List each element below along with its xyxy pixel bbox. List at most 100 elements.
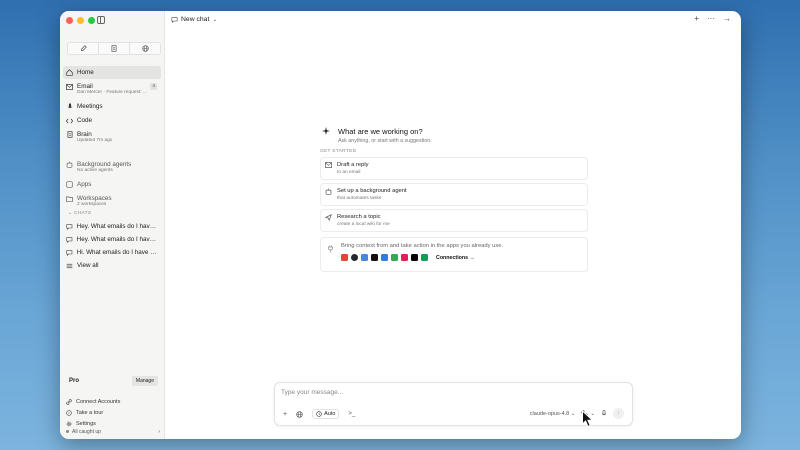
connect-accounts-button[interactable]: Connect Accounts (63, 396, 161, 407)
manage-button[interactable]: Manage (131, 376, 158, 386)
sidebar-item-apps[interactable]: Apps (63, 178, 161, 191)
main-pane: New chat ⌄ + ··· → What are we working o… (165, 11, 741, 439)
more-options-icon[interactable]: ··· (707, 14, 715, 23)
edit-icon (80, 45, 87, 51)
chat-item-label: Hey. What emails do I have f... (76, 223, 158, 230)
sidebar-item-brain[interactable]: Brain Updated 7m ago (63, 128, 161, 147)
app-window: Home Email Dan Mercer · Feature request:… (60, 11, 741, 439)
new-chat-plus-icon[interactable]: + (694, 14, 699, 23)
chat-item[interactable]: Hi. What emails do I have for... (63, 246, 161, 259)
plan-box: Pro Manage (66, 374, 161, 388)
meet-icon[interactable] (391, 254, 398, 261)
sidebar-item-label: Email (77, 83, 93, 90)
sidebar-item-email[interactable]: Email Dan Mercer · Feature request: ... … (63, 80, 161, 99)
card-title: Research a topic (337, 214, 381, 220)
chat-title[interactable]: New chat (181, 16, 209, 23)
sidebar-item-label: Apps (77, 181, 92, 188)
get-started-label: GET STARTED (320, 149, 357, 154)
sidebar-item-sub: No active agents (77, 168, 113, 173)
unread-count-badge: 4 (150, 83, 157, 90)
send-icon (325, 214, 332, 221)
settings-button[interactable]: Settings (63, 418, 161, 429)
chats-header[interactable]: ⌄ CHATS (68, 211, 91, 216)
arrow-right-icon[interactable]: → (723, 14, 731, 23)
welcome-panel: What are we working on? Ask anything, or… (320, 127, 588, 272)
drive-icon[interactable] (421, 254, 428, 261)
view-all-label: View all (77, 262, 99, 269)
model-selector[interactable]: claude-opus-4.8 ⌄ (530, 411, 576, 417)
sidebar-item-meetings[interactable]: Meetings (63, 100, 161, 113)
agents-icon (325, 188, 332, 195)
topbar-actions: + ··· → (694, 14, 731, 23)
documents-button[interactable] (99, 43, 130, 54)
document-icon (66, 131, 73, 138)
terminal-icon[interactable]: >_ (348, 411, 355, 417)
message-composer: + Auto >_ claude-opus-4.8 ⌄ ⌄ ↑ (274, 382, 633, 426)
sidebar-item-label: Workspaces (77, 195, 112, 202)
globe-icon[interactable] (296, 410, 303, 418)
suggestion-card-background-agent[interactable]: Set up a background agent that automates… (320, 183, 588, 206)
send-button[interactable]: ↑ (613, 408, 624, 419)
status-text-wrap: All caught up (66, 429, 101, 435)
card-title: Set up a background agent (337, 188, 407, 194)
take-tour-button[interactable]: Take a tour (63, 407, 161, 418)
sidebar-item-home[interactable]: Home (63, 66, 161, 79)
connections-text: Bring context from and take action in th… (341, 243, 504, 249)
sidebar-nav: Home Email Dan Mercer · Feature request:… (63, 66, 161, 212)
sidebar-item-label: Meetings (77, 103, 103, 110)
arrow-up-icon: ↑ (617, 410, 620, 417)
chat-item[interactable]: Hey. What emails do I have f... (63, 233, 161, 246)
chevron-down-icon[interactable]: ⌄ (212, 16, 217, 23)
gmail-icon[interactable] (341, 254, 348, 261)
sidebar-item-sub: Updated 7m ago (77, 138, 113, 143)
slack-icon[interactable] (401, 254, 408, 261)
chevron-down-icon: ⌄ (570, 410, 576, 417)
connections-link[interactable]: Connections → (436, 255, 475, 261)
sidebar-item-code[interactable]: Code (63, 114, 161, 127)
sidebar-toggle-icon[interactable] (97, 16, 105, 24)
chat-item[interactable]: Hey. What emails do I have f... (63, 220, 161, 233)
message-input[interactable] (281, 389, 621, 396)
web-button[interactable] (130, 43, 160, 54)
document-icon (111, 45, 117, 52)
x-icon[interactable] (411, 254, 418, 261)
suggestion-card-research[interactable]: Research a topic create a local wiki for… (320, 209, 588, 232)
maximize-window-button[interactable] (88, 17, 95, 24)
sidebar-footer: Connect Accounts Take a tour Settings (63, 396, 161, 429)
status-text: All caught up (72, 429, 101, 435)
topbar: New chat ⌄ + ··· → (165, 11, 741, 28)
close-window-button[interactable] (66, 17, 73, 24)
chevron-right-icon[interactable]: › (158, 429, 160, 435)
mouse-cursor-icon (582, 410, 594, 428)
composer-tools: + Auto >_ (283, 409, 355, 419)
notion-icon[interactable] (371, 254, 378, 261)
minimize-window-button[interactable] (77, 17, 84, 24)
sidebar-item-workspaces[interactable]: Workspaces 2 workspaces (63, 192, 161, 211)
window-controls (66, 17, 95, 24)
welcome-header: What are we working on? Ask anything, or… (322, 127, 588, 144)
card-title: Draft a reply (337, 162, 369, 168)
sheets-icon[interactable] (381, 254, 388, 261)
card-subtitle: create a local wiki for me (337, 222, 390, 227)
sidebar-item-background-agents[interactable]: Background agents No active agents (63, 158, 161, 177)
footer-item-label: Settings (76, 420, 96, 427)
suggestion-card-draft-reply[interactable]: Draft a reply to an email (320, 157, 588, 180)
microphone-icon[interactable] (601, 410, 607, 417)
github-icon[interactable] (351, 254, 358, 261)
card-subtitle: that automates tasks (337, 196, 382, 201)
calendar-icon[interactable] (361, 254, 368, 261)
welcome-title: What are we working on? (338, 127, 423, 136)
attach-plus-icon[interactable]: + (283, 411, 287, 418)
sidebar-item-label: Background agents (77, 161, 132, 168)
chat-bubble-icon (66, 223, 73, 230)
connections-card: Bring context from and take action in th… (320, 237, 588, 272)
list-icon (66, 263, 73, 268)
new-note-button[interactable] (68, 43, 99, 54)
connected-apps: Connections → (341, 254, 503, 261)
mode-selector[interactable]: Auto (312, 409, 340, 419)
footer-item-label: Connect Accounts (76, 398, 121, 405)
view-all-chats[interactable]: View all (63, 259, 161, 272)
chat-list: Hey. What emails do I have f... Hey. Wha… (63, 220, 161, 272)
model-label: claude-opus-4.8 (529, 410, 570, 417)
